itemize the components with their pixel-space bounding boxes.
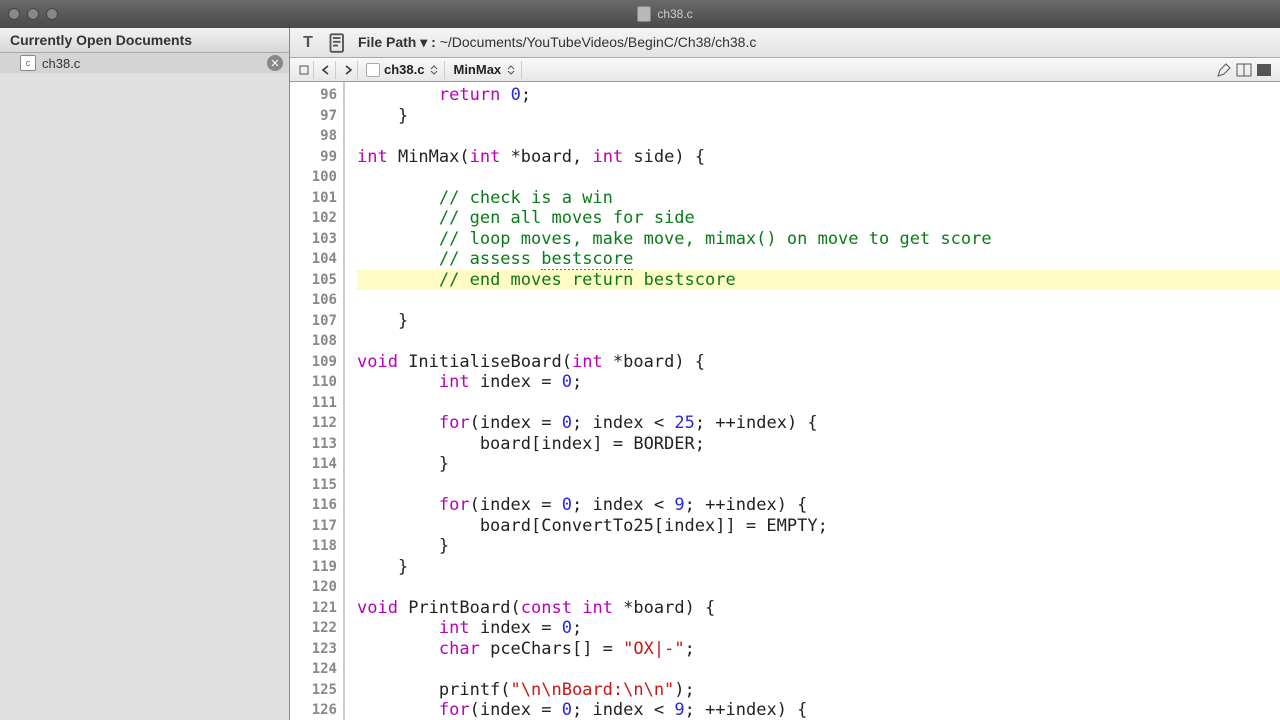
text-mode-icon[interactable]: T xyxy=(298,33,318,53)
stepper-icon xyxy=(430,65,438,75)
edit-icon[interactable] xyxy=(1216,62,1232,78)
code-line[interactable]: for(index = 0; index < 9; ++index) { xyxy=(357,495,1280,516)
line-number: 115 xyxy=(290,475,337,496)
panel-icon[interactable] xyxy=(1256,62,1272,78)
line-number: 100 xyxy=(290,167,337,188)
code-line[interactable] xyxy=(357,659,1280,680)
line-number: 96 xyxy=(290,85,337,106)
line-number: 105 xyxy=(290,270,337,291)
document-nav-icon[interactable] xyxy=(328,33,348,53)
code-area[interactable]: 9697989910010110210310410510610710810911… xyxy=(290,82,1280,720)
code-line[interactable]: board[ConvertTo25[index]] = EMPTY; xyxy=(357,516,1280,537)
file-path[interactable]: File Path ▾ : ~/Documents/YouTubeVideos/… xyxy=(358,34,756,51)
line-number: 104 xyxy=(290,249,337,270)
line-number-gutter: 9697989910010110210310410510610710810911… xyxy=(290,82,345,720)
line-number: 101 xyxy=(290,188,337,209)
minimize-window-button[interactable] xyxy=(27,8,39,20)
split-icon[interactable] xyxy=(1236,62,1252,78)
line-number: 109 xyxy=(290,352,337,373)
path-bar: T File Path ▾ : ~/Documents/YouTubeVideo… xyxy=(290,28,1280,58)
code-content[interactable]: return 0; } int MinMax(int *board, int si… xyxy=(345,82,1280,720)
line-number: 117 xyxy=(290,516,337,537)
file-icon xyxy=(366,63,380,77)
document-icon xyxy=(637,6,651,22)
code-line[interactable]: for(index = 0; index < 25; ++index) { xyxy=(357,413,1280,434)
code-line[interactable]: } xyxy=(357,557,1280,578)
line-number: 110 xyxy=(290,372,337,393)
code-line[interactable] xyxy=(357,167,1280,188)
line-number: 126 xyxy=(290,700,337,720)
nav-forward-button[interactable] xyxy=(338,61,358,79)
code-line[interactable]: } xyxy=(357,106,1280,127)
code-line[interactable]: int index = 0; xyxy=(357,618,1280,639)
file-selector[interactable]: ch38.c xyxy=(360,61,445,79)
line-number: 119 xyxy=(290,557,337,578)
line-number: 98 xyxy=(290,126,337,147)
nav-bar: ch38.c MinMax xyxy=(290,58,1280,82)
line-number: 111 xyxy=(290,393,337,414)
code-line[interactable]: // end moves return bestscore xyxy=(357,270,1280,291)
line-number: 97 xyxy=(290,106,337,127)
line-number: 106 xyxy=(290,290,337,311)
code-line[interactable] xyxy=(357,577,1280,598)
file-path-label: File Path ▾ : xyxy=(358,34,440,50)
line-number: 112 xyxy=(290,413,337,434)
editor-pane: T File Path ▾ : ~/Documents/YouTubeVideo… xyxy=(290,28,1280,720)
nav-back-button[interactable] xyxy=(316,61,336,79)
open-document-item[interactable]: c ch38.c ✕ xyxy=(0,53,289,73)
line-number: 102 xyxy=(290,208,337,229)
file-path-value: ~/Documents/YouTubeVideos/BeginC/Ch38/ch… xyxy=(440,34,757,50)
line-number: 116 xyxy=(290,495,337,516)
file-selector-label: ch38.c xyxy=(384,62,424,77)
code-line[interactable]: return 0; xyxy=(357,85,1280,106)
sidebar-header: Currently Open Documents xyxy=(0,28,289,53)
code-line[interactable]: // loop moves, make move, mimax() on mov… xyxy=(357,229,1280,250)
symbol-selector[interactable]: MinMax xyxy=(447,61,522,79)
c-file-icon: c xyxy=(20,55,36,71)
code-line[interactable]: } xyxy=(357,454,1280,475)
code-line[interactable]: char pceChars[] = "OX|-"; xyxy=(357,639,1280,660)
close-window-button[interactable] xyxy=(8,8,20,20)
line-number: 114 xyxy=(290,454,337,475)
code-line[interactable]: } xyxy=(357,311,1280,332)
code-line[interactable]: board[index] = BORDER; xyxy=(357,434,1280,455)
collapse-nav-icon[interactable] xyxy=(294,61,314,79)
line-number: 125 xyxy=(290,680,337,701)
code-line[interactable]: printf("\n\nBoard:\n\n"); xyxy=(357,680,1280,701)
line-number: 121 xyxy=(290,598,337,619)
sidebar: Currently Open Documents c ch38.c ✕ xyxy=(0,28,290,720)
code-line[interactable] xyxy=(357,290,1280,311)
line-number: 108 xyxy=(290,331,337,352)
line-number: 99 xyxy=(290,147,337,168)
zoom-window-button[interactable] xyxy=(46,8,58,20)
traffic-lights xyxy=(8,8,58,20)
code-line[interactable] xyxy=(357,331,1280,352)
symbol-selector-label: MinMax xyxy=(453,62,501,77)
line-number: 120 xyxy=(290,577,337,598)
code-line[interactable]: // assess bestscore xyxy=(357,249,1280,270)
line-number: 103 xyxy=(290,229,337,250)
window-title: ch38.c xyxy=(657,7,692,21)
line-number: 113 xyxy=(290,434,337,455)
line-number: 107 xyxy=(290,311,337,332)
code-line[interactable]: int MinMax(int *board, int side) { xyxy=(357,147,1280,168)
code-line[interactable]: } xyxy=(357,536,1280,557)
line-number: 118 xyxy=(290,536,337,557)
code-line[interactable]: int index = 0; xyxy=(357,372,1280,393)
code-line[interactable] xyxy=(357,126,1280,147)
code-line[interactable]: // check is a win xyxy=(357,188,1280,209)
code-line[interactable]: void InitialiseBoard(int *board) { xyxy=(357,352,1280,373)
code-line[interactable]: for(index = 0; index < 9; ++index) { xyxy=(357,700,1280,720)
line-number: 122 xyxy=(290,618,337,639)
stepper-icon xyxy=(507,65,515,75)
code-line[interactable]: void PrintBoard(const int *board) { xyxy=(357,598,1280,619)
close-document-button[interactable]: ✕ xyxy=(267,55,283,71)
open-document-label: ch38.c xyxy=(42,56,281,71)
code-line[interactable] xyxy=(357,475,1280,496)
code-line[interactable] xyxy=(357,393,1280,414)
line-number: 123 xyxy=(290,639,337,660)
code-line[interactable]: // gen all moves for side xyxy=(357,208,1280,229)
window-titlebar: ch38.c xyxy=(0,0,1280,28)
line-number: 124 xyxy=(290,659,337,680)
